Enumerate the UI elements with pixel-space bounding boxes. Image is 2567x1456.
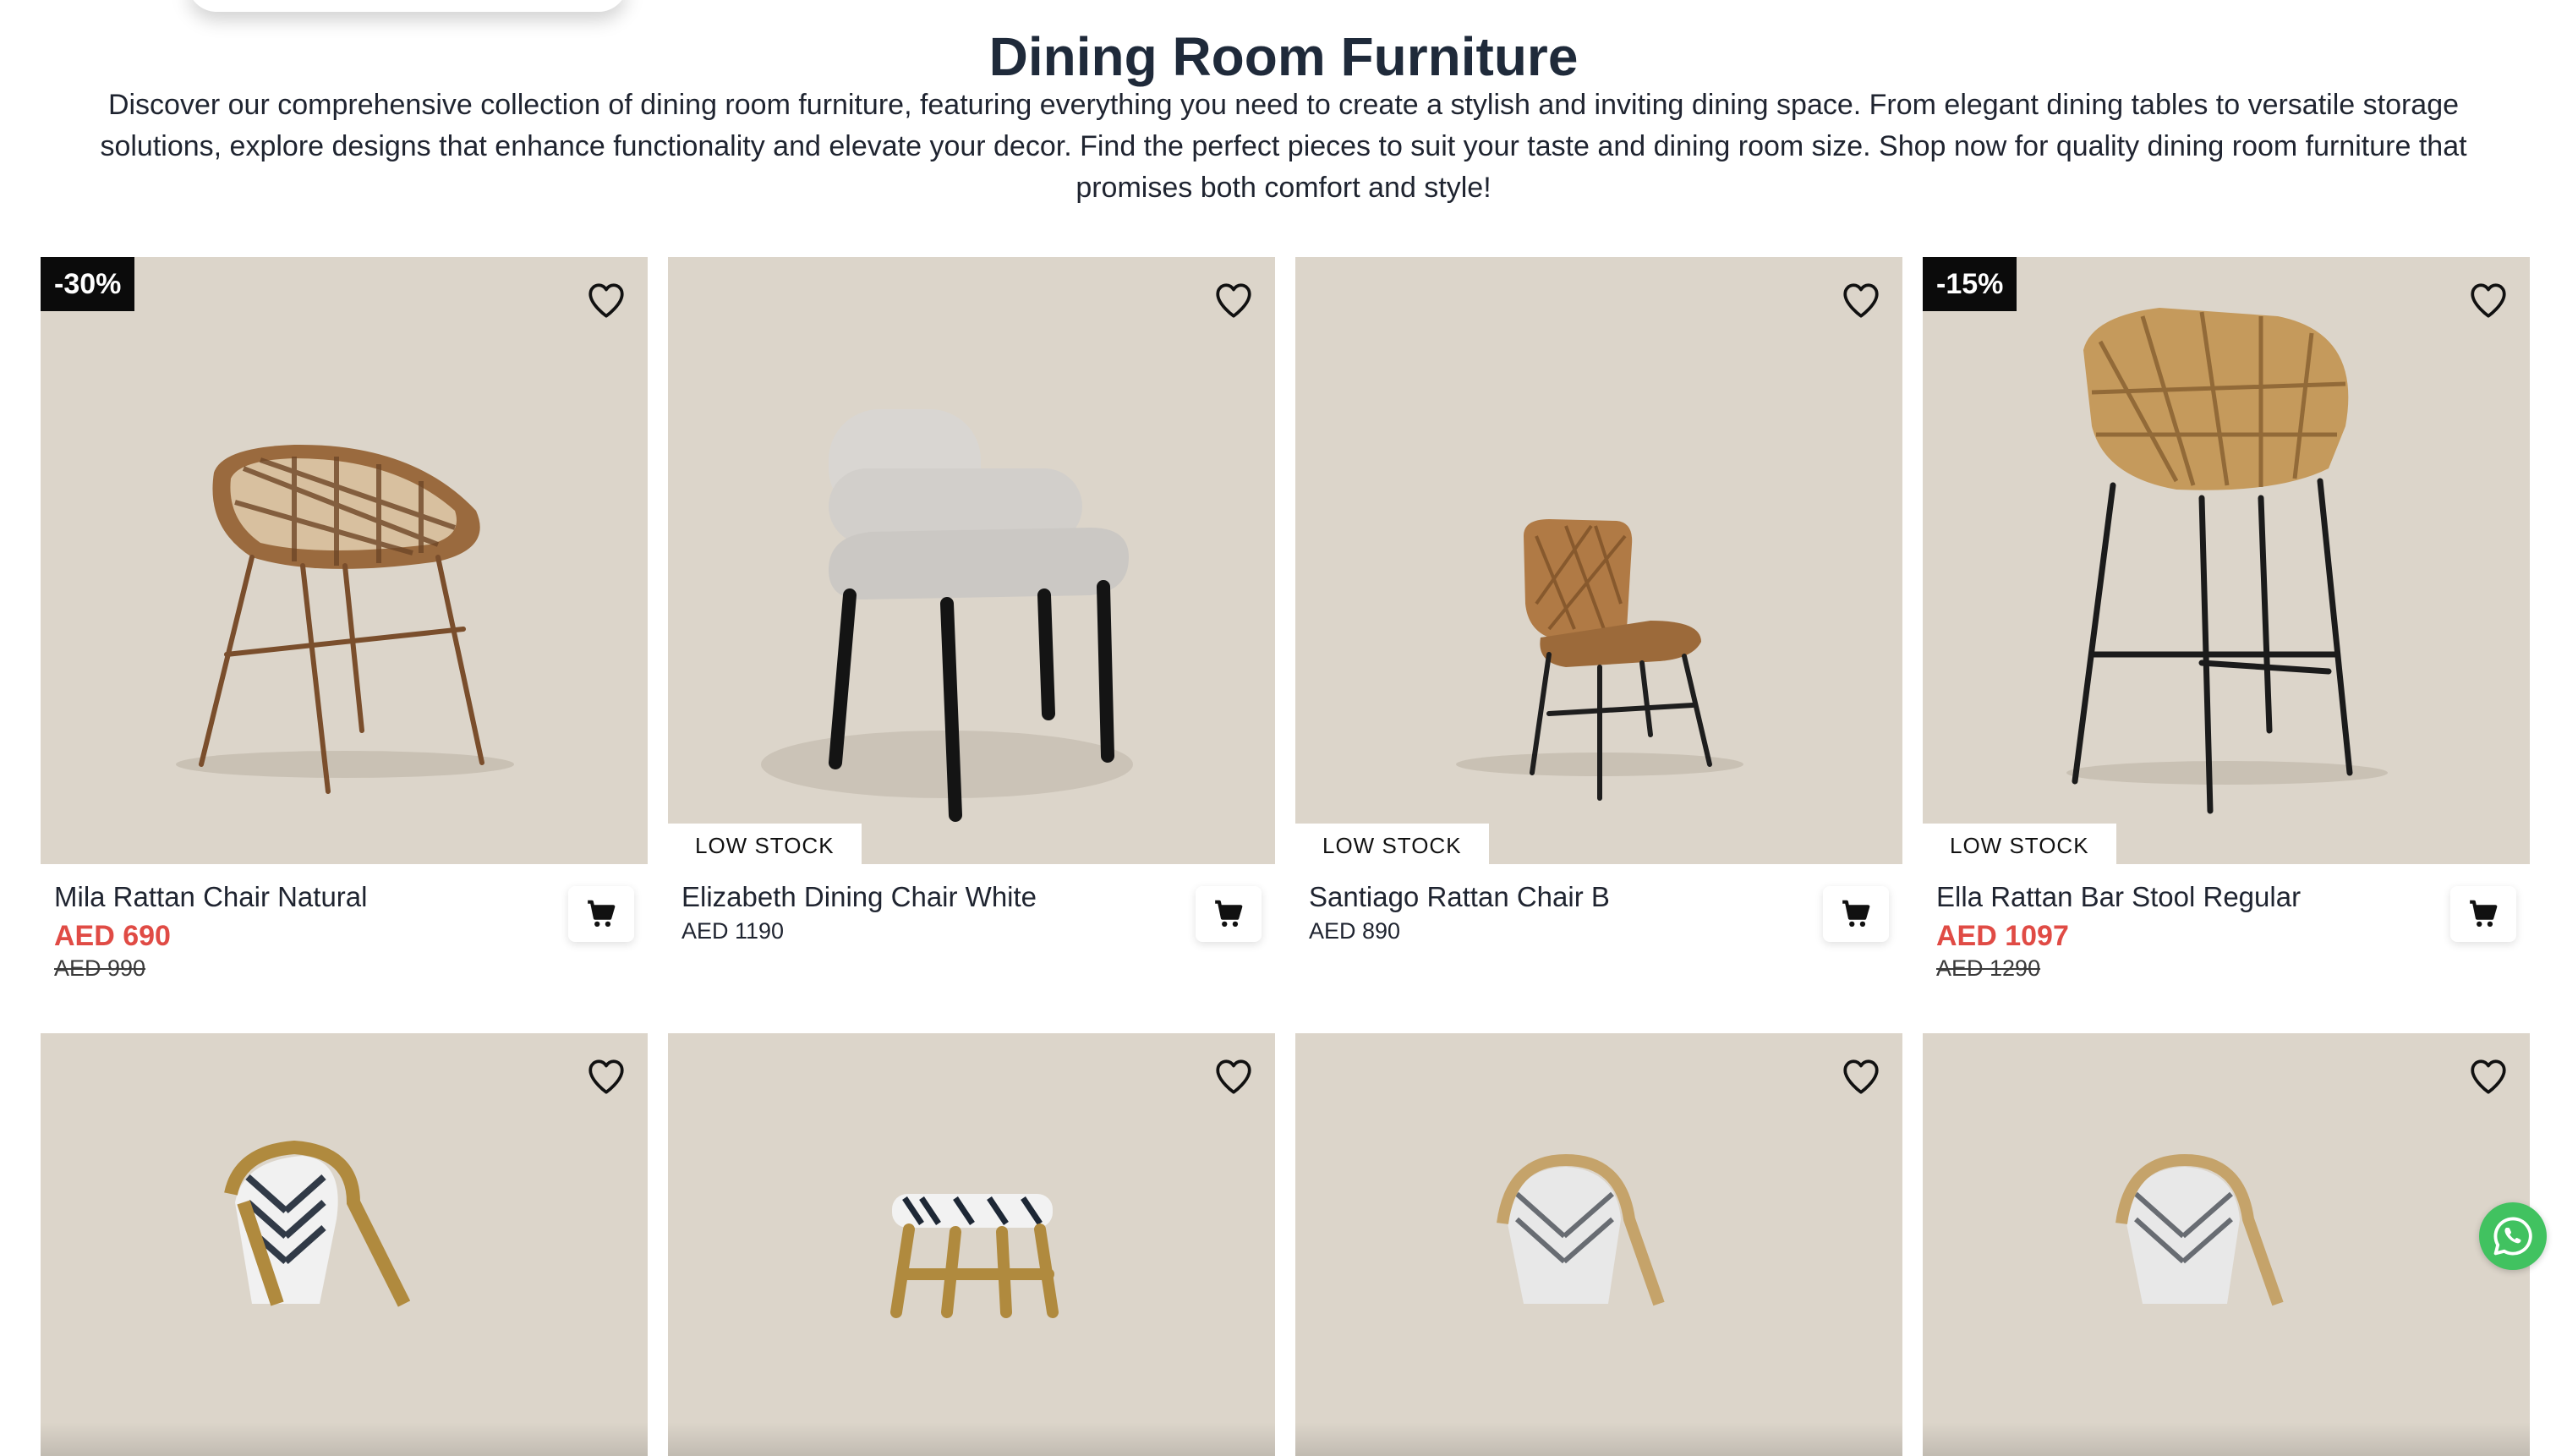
cart-icon xyxy=(1215,900,1243,928)
original-price: AED 1290 xyxy=(1936,955,2041,981)
whatsapp-icon xyxy=(2493,1217,2532,1256)
whatsapp-chat-button[interactable] xyxy=(2479,1202,2547,1270)
rattan-chair-image xyxy=(176,444,514,794)
bistro-chair-image xyxy=(1497,1153,1665,1306)
heart-icon[interactable] xyxy=(585,1055,627,1097)
product-info: Elizabeth Dining Chair White AED 1190 xyxy=(668,864,1275,944)
rattan-side-chair-image xyxy=(1456,519,1743,801)
product-grid: -30% Mila Rattan Chair Natural AED 690 A… xyxy=(41,257,2531,1456)
product-info: Ella Rattan Bar Stool Regular AED 1097 A… xyxy=(1923,864,2530,982)
product-price: AED 1190 xyxy=(681,918,785,944)
heart-icon[interactable] xyxy=(1212,279,1255,321)
heart-icon[interactable] xyxy=(2467,1055,2510,1097)
product-image[interactable]: LOW STOCK xyxy=(668,257,1275,864)
product-image[interactable]: -30% xyxy=(41,257,648,864)
product-info: Mila Rattan Chair Natural AED 690 AED 99… xyxy=(41,864,648,982)
bistro-chair-image xyxy=(224,1140,411,1307)
product-card-ella[interactable]: -15% LOW STOCK Ella Rattan Bar Stool Reg… xyxy=(1923,257,2530,989)
cart-icon xyxy=(588,900,616,928)
product-price: AED 890 xyxy=(1309,918,1401,944)
sale-price: AED 1097 xyxy=(1936,920,2069,952)
stock-badge: LOW STOCK xyxy=(1295,824,1489,864)
heart-icon[interactable] xyxy=(1212,1055,1255,1097)
product-card-mila[interactable]: -30% Mila Rattan Chair Natural AED 690 A… xyxy=(41,257,648,989)
product-card[interactable] xyxy=(41,1033,648,1456)
cart-icon xyxy=(2470,900,2498,928)
product-image[interactable] xyxy=(1295,1033,1902,1456)
product-image[interactable]: -15% LOW STOCK xyxy=(1923,257,2530,864)
sale-price: AED 690 xyxy=(54,920,171,952)
product-name[interactable]: Santiago Rattan Chair B xyxy=(1309,879,1889,915)
image-fade xyxy=(41,1422,648,1456)
add-to-cart-button[interactable] xyxy=(1823,886,1889,942)
upholstered-chair-image xyxy=(761,409,1133,822)
heart-icon[interactable] xyxy=(585,279,627,321)
heart-icon[interactable] xyxy=(2467,279,2510,321)
product-image[interactable]: LOW STOCK xyxy=(1295,257,1902,864)
stock-badge: LOW STOCK xyxy=(1923,824,2116,864)
product-card-elizabeth[interactable]: LOW STOCK Elizabeth Dining Chair White A… xyxy=(668,257,1275,989)
product-image[interactable] xyxy=(668,1033,1275,1456)
stock-badge: LOW STOCK xyxy=(668,824,862,864)
product-name[interactable]: Mila Rattan Chair Natural xyxy=(54,879,634,915)
product-name[interactable]: Elizabeth Dining Chair White xyxy=(681,879,1262,915)
original-price: AED 990 xyxy=(54,955,146,981)
rattan-bar-stool-image xyxy=(2066,308,2388,814)
image-fade xyxy=(1923,1422,2530,1456)
cart-icon xyxy=(1842,900,1870,928)
add-to-cart-button[interactable] xyxy=(568,886,634,942)
product-image[interactable] xyxy=(41,1033,648,1456)
product-name[interactable]: Ella Rattan Bar Stool Regular xyxy=(1936,879,2516,915)
heart-icon[interactable] xyxy=(1840,279,1882,321)
add-to-cart-button[interactable] xyxy=(1196,886,1262,942)
heart-icon[interactable] xyxy=(1840,1055,1882,1097)
product-card-santiago[interactable]: LOW STOCK Santiago Rattan Chair B AED 89… xyxy=(1295,257,1902,989)
image-fade xyxy=(668,1422,1275,1456)
page-description: Discover our comprehensive collection of… xyxy=(100,89,2467,204)
bistro-stool-image xyxy=(890,1194,1059,1318)
discount-badge: -15% xyxy=(1923,257,2017,311)
product-image[interactable] xyxy=(1923,1033,2530,1456)
page-title: Dining Room Furniture xyxy=(988,26,1579,87)
product-info: Santiago Rattan Chair B AED 890 xyxy=(1295,864,1902,944)
product-card[interactable] xyxy=(1295,1033,1902,1456)
add-to-cart-button[interactable] xyxy=(2450,886,2516,942)
discount-badge: -30% xyxy=(41,257,135,311)
product-card[interactable] xyxy=(1923,1033,2530,1456)
header-shadow xyxy=(188,0,627,12)
product-card[interactable] xyxy=(668,1033,1275,1456)
bistro-chair-image xyxy=(2115,1153,2284,1306)
image-fade xyxy=(1295,1422,1902,1456)
